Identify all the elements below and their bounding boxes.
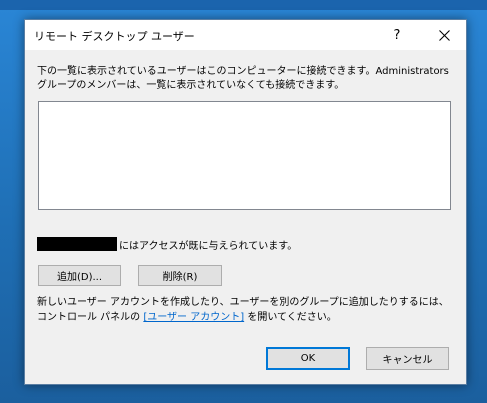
title-bar[interactable]: リモート デスクトップ ユーザー ? (25, 20, 466, 50)
add-button[interactable]: 追加(D)... (38, 265, 121, 286)
dialog-description: 下の一覧に表示されているユーザーはこのコンピューターに接続できます。Admini… (37, 66, 449, 91)
users-listbox[interactable] (38, 101, 451, 210)
dialog-title: リモート デスクトップ ユーザー (34, 30, 195, 43)
remove-button[interactable]: 削除(R) (138, 265, 222, 286)
redacted-user-name (37, 237, 117, 251)
ok-button[interactable]: OK (266, 347, 350, 370)
desktop-top-band (0, 0, 487, 10)
help-button[interactable]: ? (377, 20, 417, 50)
close-button[interactable] (423, 20, 465, 50)
cancel-button[interactable]: キャンセル (366, 347, 449, 370)
access-info-text: にはアクセスが既に与えられています。 (119, 240, 298, 252)
remote-desktop-users-dialog: リモート デスクトップ ユーザー ? 下の一覧に表示されているユーザーはこのコン… (24, 19, 467, 385)
close-icon (438, 29, 450, 41)
access-info: にはアクセスが既に与えられています。 (37, 236, 297, 252)
note-text-after: を開いてください。 (244, 312, 337, 323)
control-panel-note: 新しいユーザー アカウントを作成したり、ユーザーを別のグループに追加したりするに… (37, 295, 455, 325)
user-accounts-link[interactable]: [ユーザー アカウント] (143, 312, 244, 323)
